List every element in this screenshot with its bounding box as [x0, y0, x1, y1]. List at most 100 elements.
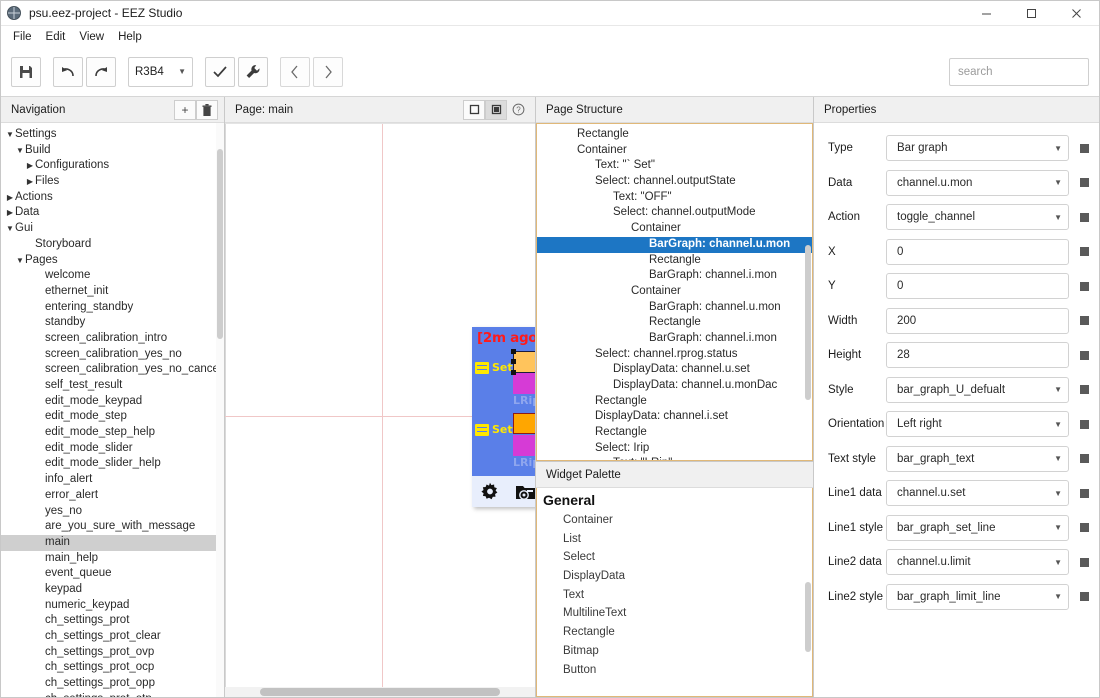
palette-item-list[interactable]: List [537, 530, 812, 549]
property-menu-button[interactable] [1080, 592, 1089, 602]
chevron-down-icon[interactable]: ▼ [5, 221, 15, 237]
property-menu-button[interactable] [1080, 385, 1089, 395]
property-select-text-style[interactable]: bar_graph_text ▼ [886, 445, 1069, 472]
palette-scrollbar[interactable] [805, 490, 811, 696]
palette-item-displaydata[interactable]: DisplayData [537, 567, 812, 586]
nav-item-Settings[interactable]: ▼ Settings [1, 127, 224, 143]
property-menu-button[interactable] [1080, 178, 1089, 188]
add-item-button[interactable]: + [174, 99, 196, 120]
structure-item[interactable]: Text: "LRip" [537, 456, 812, 460]
nav-item-welcome[interactable]: welcome [1, 268, 224, 284]
palette-list[interactable]: General Container List Select DisplayData Te… [536, 488, 813, 697]
nav-item-edit_mode_slider[interactable]: edit_mode_slider [1, 441, 224, 457]
palette-item-rectangle[interactable]: Rectangle [537, 623, 812, 642]
nav-item-screen_calibration_yes_no[interactable]: screen_calibration_yes_no [1, 347, 224, 363]
structure-item[interactable]: Select: channel.outputMode [537, 205, 812, 221]
palette-item-container[interactable]: Container [537, 511, 812, 530]
structure-item[interactable]: Rectangle [537, 425, 812, 441]
property-select-line2-style[interactable]: bar_graph_limit_line ▼ [886, 583, 1069, 610]
save-button[interactable] [11, 56, 41, 87]
structure-item[interactable]: BarGraph: channel.u.mon [537, 300, 812, 316]
nav-item-Gui[interactable]: ▼ Gui [1, 221, 224, 237]
chevron-down-icon[interactable]: ▼ [15, 143, 25, 159]
property-menu-button[interactable] [1080, 212, 1089, 222]
structure-item[interactable]: Rectangle [537, 315, 812, 331]
device-channel-2[interactable]: Set 25.00V 1.00A [472, 411, 535, 473]
channel-1-set[interactable]: Set [475, 361, 513, 374]
palette-item-multilinetext[interactable]: MultilineText [537, 604, 812, 623]
property-menu-button[interactable] [1080, 488, 1089, 498]
structure-item[interactable]: DisplayData: channel.u.set [537, 362, 812, 378]
nav-item-main_help[interactable]: main_help [1, 551, 224, 567]
palette-item-button[interactable]: Button [537, 661, 812, 680]
nav-item-ch_settings_prot[interactable]: ch_settings_prot [1, 613, 224, 629]
palette-item-select[interactable]: Select [537, 548, 812, 567]
nav-item-ch_settings_prot_clear[interactable]: ch_settings_prot_clear [1, 629, 224, 645]
structure-item[interactable]: Rectangle [537, 253, 812, 269]
nav-item-Actions[interactable]: ▶ Actions [1, 190, 224, 206]
device-preview[interactable]: [2m ago] Ch1 OTP tripped Set [472, 327, 535, 507]
structure-scrollbar[interactable] [805, 127, 811, 460]
nav-item-ch_settings_prot_ovp[interactable]: ch_settings_prot_ovp [1, 645, 224, 661]
nav-item-entering_standby[interactable]: entering_standby [1, 300, 224, 316]
search-input[interactable] [949, 57, 1089, 86]
maximize-button[interactable] [1009, 1, 1054, 26]
chevron-right-icon[interactable]: ▶ [25, 174, 35, 190]
undo-button[interactable] [53, 56, 83, 87]
property-select-style[interactable]: bar_graph_U_defualt ▼ [886, 376, 1069, 403]
nav-item-info_alert[interactable]: info_alert [1, 472, 224, 488]
configuration-select[interactable]: R3B4 ▼ [128, 56, 193, 87]
property-select-action[interactable]: toggle_channel ▼ [886, 204, 1069, 231]
nav-item-Files[interactable]: ▶ Files [1, 174, 224, 190]
nav-item-Configurations[interactable]: ▶ Configurations [1, 158, 224, 174]
back-button[interactable] [280, 56, 310, 87]
nav-item-screen_calibration_yes_no_cancel[interactable]: screen_calibration_yes_no_cancel [1, 362, 224, 378]
delete-item-button[interactable] [196, 99, 218, 120]
structure-item[interactable]: Text: "OFF" [537, 190, 812, 206]
structure-scroll-thumb[interactable] [805, 245, 811, 400]
navigation-scroll-thumb[interactable] [217, 149, 223, 339]
forward-button[interactable] [313, 56, 343, 87]
property-select-line1-data[interactable]: channel.u.set ▼ [886, 480, 1069, 507]
view-outline-button[interactable] [463, 99, 485, 120]
nav-item-Storyboard[interactable]: Storyboard [1, 237, 224, 253]
channel-2-current-bar[interactable]: 1.00A [513, 435, 535, 456]
palette-item-bitmap[interactable]: Bitmap [537, 642, 812, 661]
property-menu-button[interactable] [1080, 143, 1089, 153]
build-button[interactable] [238, 56, 268, 87]
structure-item[interactable]: BarGraph: channel.i.mon [537, 331, 812, 347]
channel-2-voltage-bar[interactable]: 25.00V [513, 413, 535, 434]
property-input-y[interactable]: 0 [886, 273, 1069, 300]
property-menu-button[interactable] [1080, 523, 1089, 533]
nav-item-ch_settings_prot_opp[interactable]: ch_settings_prot_opp [1, 676, 224, 692]
property-input-x[interactable]: 0 [886, 238, 1069, 265]
close-button[interactable] [1054, 1, 1099, 26]
chevron-right-icon[interactable]: ▶ [5, 190, 15, 206]
chevron-down-icon[interactable]: ▼ [15, 253, 25, 269]
channel-2-prot-lrip[interactable]: LRip [513, 456, 535, 469]
palette-scroll-thumb[interactable] [805, 582, 811, 652]
property-select-data[interactable]: channel.u.mon ▼ [886, 169, 1069, 196]
nav-item-ch_settings_prot_otp[interactable]: ch_settings_prot_otp [1, 692, 224, 697]
minimize-button[interactable] [964, 1, 1009, 26]
structure-item[interactable]: Rectangle [537, 127, 812, 143]
canvas-scroll-thumb[interactable] [260, 688, 500, 696]
property-menu-button[interactable] [1080, 350, 1089, 360]
view-filled-button[interactable] [485, 99, 507, 120]
structure-item[interactable]: BarGraph: channel.u.mon [537, 236, 812, 253]
structure-item[interactable]: Select: channel.rprog.status [537, 347, 812, 363]
property-menu-button[interactable] [1080, 247, 1089, 257]
nav-item-keypad[interactable]: keypad [1, 582, 224, 598]
chevron-right-icon[interactable]: ▶ [25, 158, 35, 174]
property-menu-button[interactable] [1080, 454, 1089, 464]
device-channel-1[interactable]: Set 25.00V 1.00A [472, 349, 535, 411]
structure-item[interactable]: Container [537, 221, 812, 237]
property-menu-button[interactable] [1080, 316, 1089, 326]
channel-2-set[interactable]: Set [475, 423, 513, 436]
property-menu-button[interactable] [1080, 557, 1089, 567]
property-select-type[interactable]: Bar graph ▼ [886, 135, 1069, 162]
structure-item[interactable]: Select: Irip [537, 441, 812, 457]
nav-item-self_test_result[interactable]: self_test_result [1, 378, 224, 394]
property-select-orientation[interactable]: Left right ▼ [886, 411, 1069, 438]
structure-item[interactable]: Container [537, 143, 812, 159]
